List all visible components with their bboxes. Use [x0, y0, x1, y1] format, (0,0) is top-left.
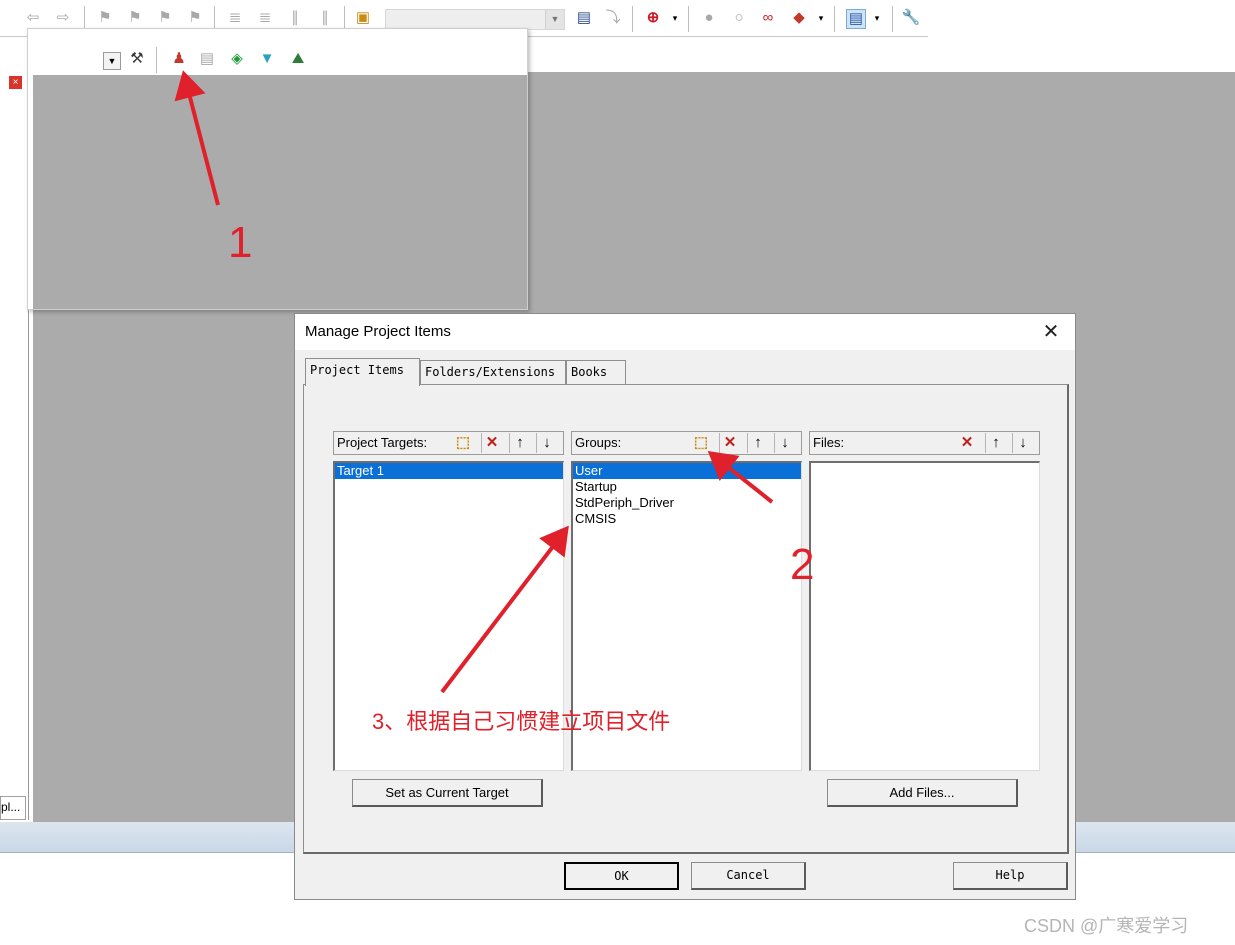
indent-icon[interactable]: ≣ — [226, 9, 244, 27]
breakpoint-disabled-icon[interactable]: ○ — [730, 9, 748, 27]
ok-button[interactable]: OK — [564, 862, 679, 890]
files-header-label: Files: — [813, 435, 845, 450]
tab-project-items[interactable]: Project Items — [305, 358, 420, 386]
targets-header: Project Targets: ⬚ ✕ ↑ ↓ — [333, 431, 564, 455]
bookmark-prev-icon[interactable]: ⚑ — [126, 9, 144, 27]
chevron-down-icon[interactable]: ▾ — [868, 9, 886, 27]
delete-icon[interactable]: ✕ — [481, 433, 502, 453]
groups-header: Groups: ⬚ ✕ ↑ ↓ — [571, 431, 802, 455]
uncomment-icon[interactable]: ∥ — [316, 9, 334, 27]
chevron-down-icon[interactable]: ▼ — [103, 52, 121, 70]
toolbar-separator — [688, 6, 689, 32]
forward-arrow-icon[interactable]: ⇨ — [54, 9, 72, 27]
bookmark-icon[interactable]: ⚑ — [96, 9, 114, 27]
toolbar-separator — [892, 6, 893, 32]
unindent-icon[interactable]: ≣ — [256, 9, 274, 27]
tab-folders-extensions[interactable]: Folders/Extensions — [420, 360, 566, 384]
comment-icon[interactable]: ∥ — [286, 9, 304, 27]
move-up-icon[interactable]: ↑ — [509, 433, 530, 453]
move-up-icon[interactable]: ↑ — [985, 433, 1006, 453]
dialog-title: Manage Project Items — [305, 323, 451, 340]
cancel-button[interactable]: Cancel — [691, 862, 806, 890]
project-panel — [0, 72, 29, 820]
tab-books[interactable]: Books — [566, 360, 626, 384]
move-up-icon[interactable]: ↑ — [747, 433, 768, 453]
chevron-down-icon[interactable]: ▼ — [545, 10, 564, 29]
target-combo[interactable]: ▼ — [385, 9, 565, 30]
list-item-group[interactable]: CMSIS — [573, 511, 801, 527]
bookmark-next-icon[interactable]: ⚑ — [156, 9, 174, 27]
breakpoint-clear-icon[interactable]: ◆ — [790, 9, 808, 27]
move-down-icon[interactable]: ↓ — [1012, 433, 1033, 453]
select-packs-icon[interactable]: ⚒ — [128, 50, 146, 68]
toolbar-separator — [834, 6, 835, 32]
set-current-target-button[interactable]: Set as Current Target — [352, 779, 543, 807]
add-files-button[interactable]: Add Files... — [827, 779, 1018, 807]
delete-icon[interactable]: ✕ — [957, 433, 977, 453]
new-item-icon[interactable]: ⬚ — [453, 433, 473, 453]
list-item-group[interactable]: User — [573, 463, 801, 479]
files-header: Files: ✕ ↑ ↓ — [809, 431, 1040, 455]
watermark: CSDN @广寒爱学习 — [1024, 916, 1189, 936]
manage-project-items-dialog: Manage Project Items ✕ Project Items Fol… — [294, 313, 1076, 900]
annotation-label-1: 1 — [228, 218, 253, 267]
find-icon[interactable]: ▤ — [575, 9, 593, 27]
batch-build-icon[interactable]: ▤ — [198, 50, 216, 68]
delete-icon[interactable]: ✕ — [719, 433, 740, 453]
incremental-find-icon[interactable]: ⤵ — [604, 9, 622, 27]
close-icon[interactable]: × — [9, 76, 22, 89]
build-target-icon[interactable]: ◈ — [228, 50, 246, 68]
breakpoint-kill-icon[interactable]: ∞ — [759, 9, 777, 27]
list-item-group[interactable]: StdPeriph_Driver — [573, 495, 801, 511]
find-in-files-icon[interactable]: ▣ — [354, 9, 372, 27]
files-list[interactable] — [809, 461, 1040, 771]
back-arrow-icon[interactable]: ⇦ — [24, 9, 42, 27]
new-group-icon[interactable]: ⬚ — [691, 433, 711, 453]
window-layout-icon[interactable]: ▤ — [846, 9, 866, 29]
close-icon[interactable]: ✕ — [1039, 320, 1063, 344]
floating-build-toolbar: ▼ ⚒ ♟ ▤ ◈ ▼ ⛰ — [27, 28, 528, 310]
breakpoint-icon[interactable]: ● — [700, 9, 718, 27]
build-toolbar: ▼ ⚒ ♟ ▤ ◈ ▼ ⛰ — [28, 43, 318, 75]
list-item-group[interactable]: Startup — [573, 479, 801, 495]
annotation-label-2: 2 — [790, 540, 815, 589]
dialog-titlebar[interactable]: Manage Project Items ✕ — [295, 314, 1075, 350]
project-items-panel: Project Targets: ⬚ ✕ ↑ ↓ Target 1 Groups… — [303, 384, 1069, 854]
help-button[interactable]: Help — [953, 862, 1068, 890]
toolbar-separator — [156, 47, 157, 73]
move-down-icon[interactable]: ↓ — [774, 433, 795, 453]
chevron-down-icon[interactable]: ▾ — [666, 9, 684, 27]
download-icon[interactable]: ⛰ — [289, 50, 307, 68]
floating-panel-body — [33, 75, 527, 309]
floating-toolbar-titlebar[interactable] — [28, 29, 527, 39]
bookmark-clear-icon[interactable]: ⚑ — [186, 9, 204, 27]
toolbar-separator — [632, 6, 633, 32]
move-down-icon[interactable]: ↓ — [536, 433, 557, 453]
chevron-down-icon[interactable]: ▾ — [812, 9, 830, 27]
targets-header-label: Project Targets: — [337, 435, 428, 450]
annotation-label-3: 3、根据自己习惯建立项目文件 — [372, 709, 671, 734]
manage-project-items-icon[interactable]: ♟ — [170, 50, 188, 68]
project-panel-tab[interactable]: pl... — [0, 796, 26, 820]
configure-icon[interactable]: 🔧 — [902, 9, 921, 27]
debug-start-icon[interactable]: ⊕ — [644, 9, 662, 27]
list-item-target[interactable]: Target 1 — [335, 463, 563, 479]
rebuild-icon[interactable]: ▼ — [258, 50, 276, 68]
groups-header-label: Groups: — [575, 435, 622, 450]
